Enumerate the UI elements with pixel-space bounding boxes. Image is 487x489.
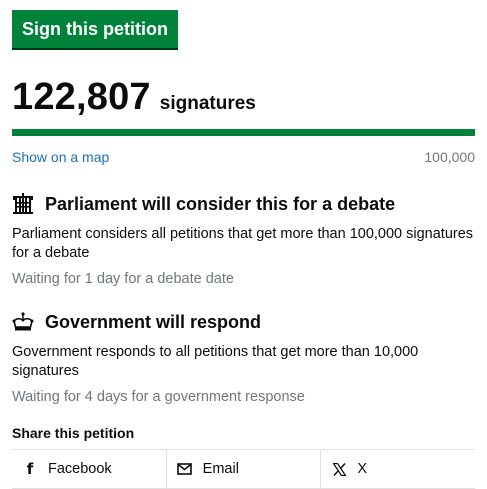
sign-petition-button[interactable]: Sign this petition (12, 10, 178, 48)
signature-progress-fill (12, 129, 475, 136)
debate-description: Parliament considers all petitions that … (12, 226, 474, 261)
response-waiting-status: Waiting for 4 days for a government resp… (12, 389, 305, 405)
response-description: Government responds to all petitions tha… (12, 344, 419, 379)
share-email-button[interactable]: Email (165, 450, 321, 488)
x-icon (331, 461, 347, 477)
petition-status-panel: Sign this petition 122,807 signatures Sh… (12, 10, 475, 489)
debate-heading: Parliament will consider this for a deba… (12, 191, 475, 217)
signature-count-label: signatures (159, 93, 256, 114)
share-facebook-label: Facebook (48, 461, 112, 477)
share-title: Share this petition (12, 425, 135, 441)
crown-icon (12, 311, 34, 333)
response-section: Government will respond Government respo… (12, 309, 475, 407)
signature-progress-bar (12, 129, 475, 136)
share-facebook-button[interactable]: f Facebook (12, 450, 166, 488)
facebook-icon: f (26, 460, 34, 478)
response-heading: Government will respond (12, 309, 475, 335)
response-title: Government will respond (45, 311, 262, 332)
signature-count-row: 122,807 signatures (12, 78, 475, 116)
debate-waiting-status: Waiting for 1 day for a debate date (12, 271, 234, 287)
email-icon (177, 461, 193, 477)
debate-title: Parliament will consider this for a deba… (45, 193, 396, 214)
debate-section: Parliament will consider this for a deba… (12, 191, 475, 289)
share-links: f Facebook Email X (12, 449, 475, 489)
share-x-label: X (357, 461, 368, 477)
show-on-map-link[interactable]: Show on a map (12, 149, 109, 165)
signature-target: 100,000 (424, 149, 475, 165)
signature-count: 122,807 (12, 76, 151, 118)
share-x-button[interactable]: X (320, 450, 475, 488)
portcullis-icon (12, 193, 34, 215)
share-email-label: Email (202, 461, 239, 477)
progress-meta: Show on a map 100,000 (12, 149, 475, 165)
